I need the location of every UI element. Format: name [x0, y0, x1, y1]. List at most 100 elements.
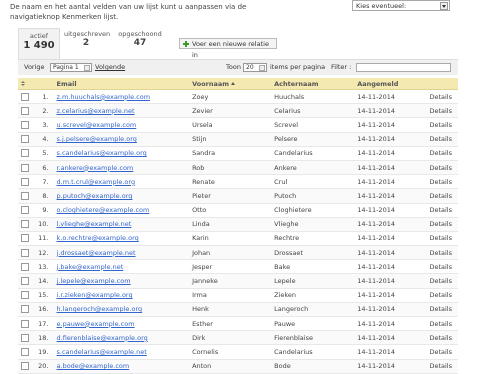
row-email-cell: s.j.pelsere@example.org	[53, 132, 190, 147]
row-details-link[interactable]: Details	[426, 359, 458, 374]
row-email-link[interactable]: u.screvel@example.com	[57, 121, 137, 129]
table-row: 6. r.ankere@example.com Rob Ankere 14-11-201…	[18, 160, 458, 176]
row-email-link[interactable]: j.lepele@example.com	[57, 277, 131, 285]
row-checkbox[interactable]	[21, 191, 29, 200]
row-email-link[interactable]: z.celarius@example.net	[57, 107, 135, 115]
firstname-header[interactable]: Voornaam	[189, 78, 272, 90]
row-checkbox[interactable]	[21, 220, 29, 229]
row-checkbox[interactable]	[21, 106, 29, 115]
per-page-select[interactable]: 20	[243, 63, 267, 72]
row-checkbox[interactable]	[21, 305, 29, 314]
row-email-link[interactable]: s.candelarius@example.net	[57, 348, 147, 356]
row-email-link[interactable]: d.m.t.crul@example.org	[57, 178, 136, 186]
kies-eventueel-select[interactable]: Kies eventueel:	[352, 0, 450, 11]
row-details-link[interactable]: Details	[426, 288, 458, 303]
status-tab-cleaned[interactable]: opgeschoond 47	[118, 30, 162, 48]
row-details-link[interactable]: Details	[426, 188, 458, 204]
row-details-link[interactable]: Details	[426, 174, 458, 190]
row-details-link[interactable]: Details	[426, 146, 458, 161]
row-email-link[interactable]: k.o.rechtre@example.org	[57, 234, 139, 242]
per-page-label: items per pagina	[270, 63, 326, 71]
row-firstname: Irma	[189, 288, 272, 303]
page-select[interactable]: Pagina 1	[50, 63, 92, 72]
add-relation-button[interactable]: Voer een nieuwe relatie in	[179, 38, 277, 59]
row-details-link[interactable]: Details	[426, 316, 458, 332]
registered-header[interactable]: Aangemeld	[354, 78, 427, 90]
row-email-link[interactable]: e.pauwe@example.com	[57, 320, 135, 328]
row-details-link[interactable]: Details	[426, 160, 458, 176]
row-checkbox[interactable]	[21, 135, 29, 144]
row-email-link[interactable]: s.j.pelsere@example.org	[57, 135, 137, 143]
row-email-link[interactable]: s.candelarius@example.org	[57, 149, 147, 157]
row-checkbox-cell	[18, 273, 34, 289]
row-email-cell: j.lepele@example.com	[53, 273, 190, 289]
email-header[interactable]: Email	[53, 78, 190, 90]
filter-input[interactable]	[356, 63, 451, 72]
row-registered: 14-11-2014	[354, 217, 427, 232]
next-link[interactable]: Volgende	[95, 60, 125, 75]
row-checkbox-cell	[18, 174, 34, 190]
row-checkbox[interactable]	[21, 206, 29, 215]
row-firstname: Zoey	[189, 89, 272, 105]
row-details-link[interactable]: Details	[426, 330, 458, 346]
row-firstname: Pieter	[189, 188, 272, 204]
row-details-link[interactable]: Details	[426, 103, 458, 119]
row-details-link[interactable]: Details	[426, 273, 458, 289]
row-email-link[interactable]: p.putoch@example.org	[57, 192, 133, 200]
row-checkbox[interactable]	[21, 277, 29, 286]
show-label: Toon	[226, 63, 241, 71]
row-checkbox[interactable]	[21, 319, 29, 328]
row-lastname: Fierenblaise	[271, 330, 355, 346]
row-details-link[interactable]: Details	[426, 259, 458, 275]
row-email-cell: s.candelarius@example.net	[53, 344, 190, 360]
row-checkbox[interactable]	[21, 347, 29, 356]
row-details-link[interactable]: Details	[426, 203, 458, 218]
table-row: 15. i.r.zieken@example.org Irma Zieken 14-11…	[18, 288, 458, 303]
row-email-link[interactable]: r.ankere@example.com	[57, 164, 134, 172]
row-details-link[interactable]: Details	[426, 89, 458, 105]
table-row: 13. j.bake@example.net Jesper Bake 14-11-201…	[18, 259, 458, 275]
row-checkbox-cell	[18, 117, 34, 133]
row-checkbox[interactable]	[21, 262, 29, 271]
row-checkbox[interactable]	[21, 291, 29, 300]
row-checkbox[interactable]	[21, 120, 29, 129]
row-email-link[interactable]: o.cloghietere@example.com	[57, 206, 150, 214]
row-email-cell: l.vlieghe@example.net	[53, 217, 190, 232]
row-details-link[interactable]: Details	[426, 302, 458, 318]
row-checkbox[interactable]	[21, 248, 29, 257]
status-unsub-label: uitgeschreven	[64, 30, 111, 38]
row-registered: 14-11-2014	[354, 160, 427, 176]
sort-toggle[interactable]	[18, 78, 34, 90]
row-details-link[interactable]: Details	[426, 245, 458, 261]
row-registered: 14-11-2014	[354, 231, 427, 247]
row-email-link[interactable]: i.r.zieken@example.org	[57, 291, 133, 299]
previous-link[interactable]: Vorige	[24, 60, 45, 75]
row-details-link[interactable]: Details	[426, 217, 458, 232]
status-tab-unsubscribed[interactable]: uitgeschreven 2	[64, 30, 111, 48]
row-lastname: Candelarius	[271, 146, 355, 161]
row-firstname: Karin	[189, 231, 272, 247]
row-details-link[interactable]: Details	[426, 231, 458, 247]
row-checkbox[interactable]	[21, 92, 29, 101]
row-checkbox[interactable]	[21, 362, 29, 371]
row-checkbox[interactable]	[21, 177, 29, 186]
row-email-link[interactable]: d.fierenblaise@example.org	[57, 334, 148, 342]
row-lastname: Rechtre	[271, 231, 355, 247]
row-email-cell: s.candelarius@example.org	[53, 146, 190, 161]
row-details-link[interactable]: Details	[426, 117, 458, 133]
row-details-link[interactable]: Details	[426, 344, 458, 360]
row-email-cell: j.drossaet@example.net	[53, 245, 190, 261]
row-checkbox[interactable]	[21, 234, 29, 243]
row-email-link[interactable]: j.drossaet@example.net	[57, 249, 136, 257]
row-details-link[interactable]: Details	[426, 132, 458, 147]
row-checkbox[interactable]	[21, 163, 29, 172]
row-index: 6.	[33, 160, 54, 176]
row-email-link[interactable]: a.bode@example.com	[57, 362, 130, 370]
row-checkbox[interactable]	[21, 333, 29, 342]
row-email-link[interactable]: z.m.huuchals@example.com	[57, 93, 151, 101]
row-email-link[interactable]: j.bake@example.net	[57, 263, 124, 271]
row-email-link[interactable]: l.vlieghe@example.net	[57, 220, 132, 228]
row-email-link[interactable]: h.langeroch@example.org	[57, 305, 143, 313]
lastname-header[interactable]: Achternaam	[271, 78, 355, 90]
row-checkbox[interactable]	[21, 149, 29, 158]
